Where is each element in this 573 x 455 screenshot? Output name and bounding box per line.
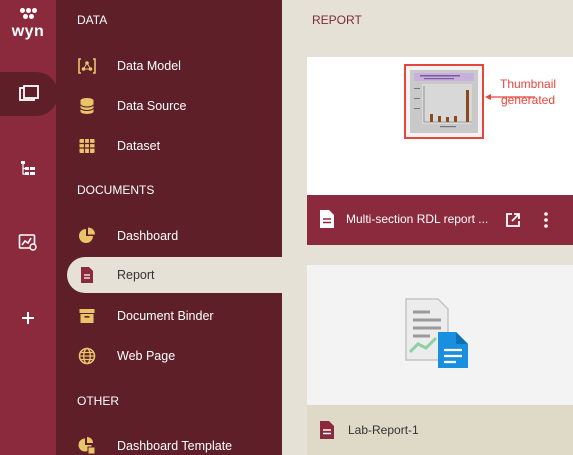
sidebar-item-report[interactable]: Report [67, 257, 282, 293]
analysis-icon [18, 234, 37, 251]
sidebar: DATA Data Model Data Source Dataset DOCU… [56, 0, 282, 455]
report-icon [320, 421, 334, 439]
report-icon [78, 266, 96, 284]
globe-icon [78, 347, 96, 365]
callout-line-1: Thumbnail [500, 77, 557, 91]
sidebar-item-dashboard-template[interactable]: Dashboard Template [56, 428, 282, 455]
sidebar-item-data-source[interactable]: Data Source [56, 88, 282, 124]
report-card-title[interactable]: Multi-section RDL report ... [346, 212, 488, 226]
thumbnail-highlight-box [404, 64, 484, 139]
report-card[interactable]: Thumbnail generated Multi-section RDL re… [307, 57, 573, 245]
report-card[interactable]: Lab-Report-1 [307, 265, 573, 455]
report-card-footer[interactable]: Lab-Report-1 [307, 405, 573, 455]
thumbnail-mini-chart [410, 70, 478, 133]
app-rail: wyn [0, 0, 58, 455]
plus-icon [22, 312, 34, 324]
rail-analysis-button[interactable] [0, 220, 56, 264]
section-heading-other: OTHER [77, 394, 119, 408]
data-model-icon [78, 57, 96, 75]
sidebar-item-label: Web Page [117, 349, 176, 363]
dashboard-pie-icon [78, 227, 96, 245]
main-content: REPORT Thumbnail generated Multi-section… [282, 0, 573, 455]
sidebar-item-dashboard[interactable]: Dashboard [56, 218, 282, 254]
report-thumbnail-placeholder[interactable] [307, 265, 573, 405]
sidebar-item-web-page[interactable]: Web Page [56, 338, 282, 374]
logo-dots [20, 8, 38, 22]
report-card-footer[interactable]: Multi-section RDL report ... [307, 195, 573, 245]
page-title: REPORT [312, 13, 362, 27]
section-heading-data: DATA [77, 13, 108, 27]
rail-hierarchy-button[interactable] [0, 146, 56, 190]
more-vertical-icon[interactable] [543, 211, 549, 229]
report-thumbnail-area[interactable]: Thumbnail generated [307, 57, 573, 195]
logo-text: wyn [11, 23, 45, 40]
report-placeholder-icon [405, 298, 468, 368]
database-icon [78, 97, 96, 115]
sidebar-item-label: Document Binder [117, 309, 214, 323]
sidebar-item-label: Data Model [117, 59, 181, 73]
hierarchy-icon [21, 161, 35, 175]
binder-icon [78, 307, 96, 325]
sidebar-item-label: Dashboard Template [117, 439, 233, 453]
section-heading-documents: DOCUMENTS [77, 183, 155, 197]
report-card-title[interactable]: Lab-Report-1 [348, 423, 419, 437]
sidebar-item-label: Dashboard [117, 229, 179, 243]
dataset-grid-icon [78, 137, 96, 155]
sidebar-item-label: Report [117, 268, 155, 282]
documents-icon [19, 85, 39, 101]
callout-line-2: generated [500, 93, 556, 107]
sidebar-item-dataset[interactable]: Dataset [56, 128, 282, 164]
dashboard-template-icon [78, 437, 96, 455]
wyn-logo[interactable]: wyn [6, 6, 50, 42]
sidebar-item-data-model[interactable]: Data Model [56, 48, 282, 84]
open-external-icon[interactable] [505, 212, 521, 228]
sidebar-item-label: Dataset [117, 139, 161, 153]
rail-documents-button[interactable] [0, 72, 58, 116]
rail-add-button[interactable] [0, 296, 56, 340]
report-icon [320, 210, 334, 228]
sidebar-item-document-binder[interactable]: Document Binder [56, 298, 282, 334]
thumbnail-callout: Thumbnail generated [500, 76, 556, 108]
sidebar-item-label: Data Source [117, 99, 187, 113]
